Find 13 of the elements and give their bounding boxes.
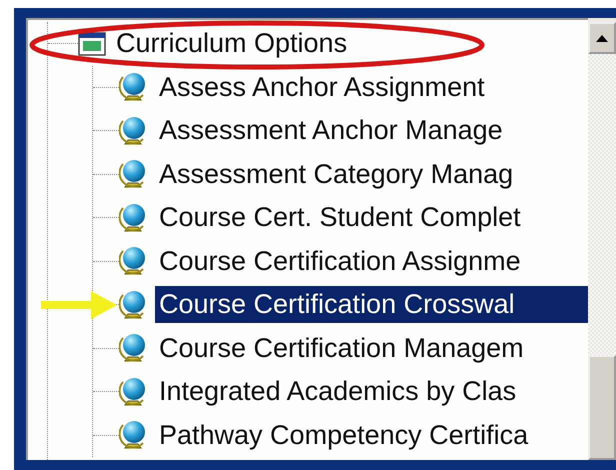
tree-item[interactable]: Assessment Anchor Manage <box>155 112 507 150</box>
tree-item[interactable]: Course Certification Managem <box>155 330 528 367</box>
up-arrow-icon <box>596 34 608 42</box>
tree-item[interactable]: Course Cert. Student Complet <box>155 199 525 236</box>
scrollbar-thumb[interactable] <box>588 355 616 460</box>
tree-item[interactable]: Assess Anchor Assignment <box>155 68 489 106</box>
tree-item[interactable]: Assessment Category Manag <box>155 156 518 193</box>
window-icon <box>78 30 106 57</box>
tree-item[interactable]: Pathway Competency Certifica <box>155 416 532 454</box>
tree-item[interactable]: Integrated Academics by Clas <box>155 373 520 410</box>
scroll-up-button[interactable] <box>588 22 616 54</box>
tree-item[interactable]: Course Certification Crosswal <box>155 286 588 324</box>
tree-item[interactable]: Course Certification Assignme <box>155 242 525 280</box>
